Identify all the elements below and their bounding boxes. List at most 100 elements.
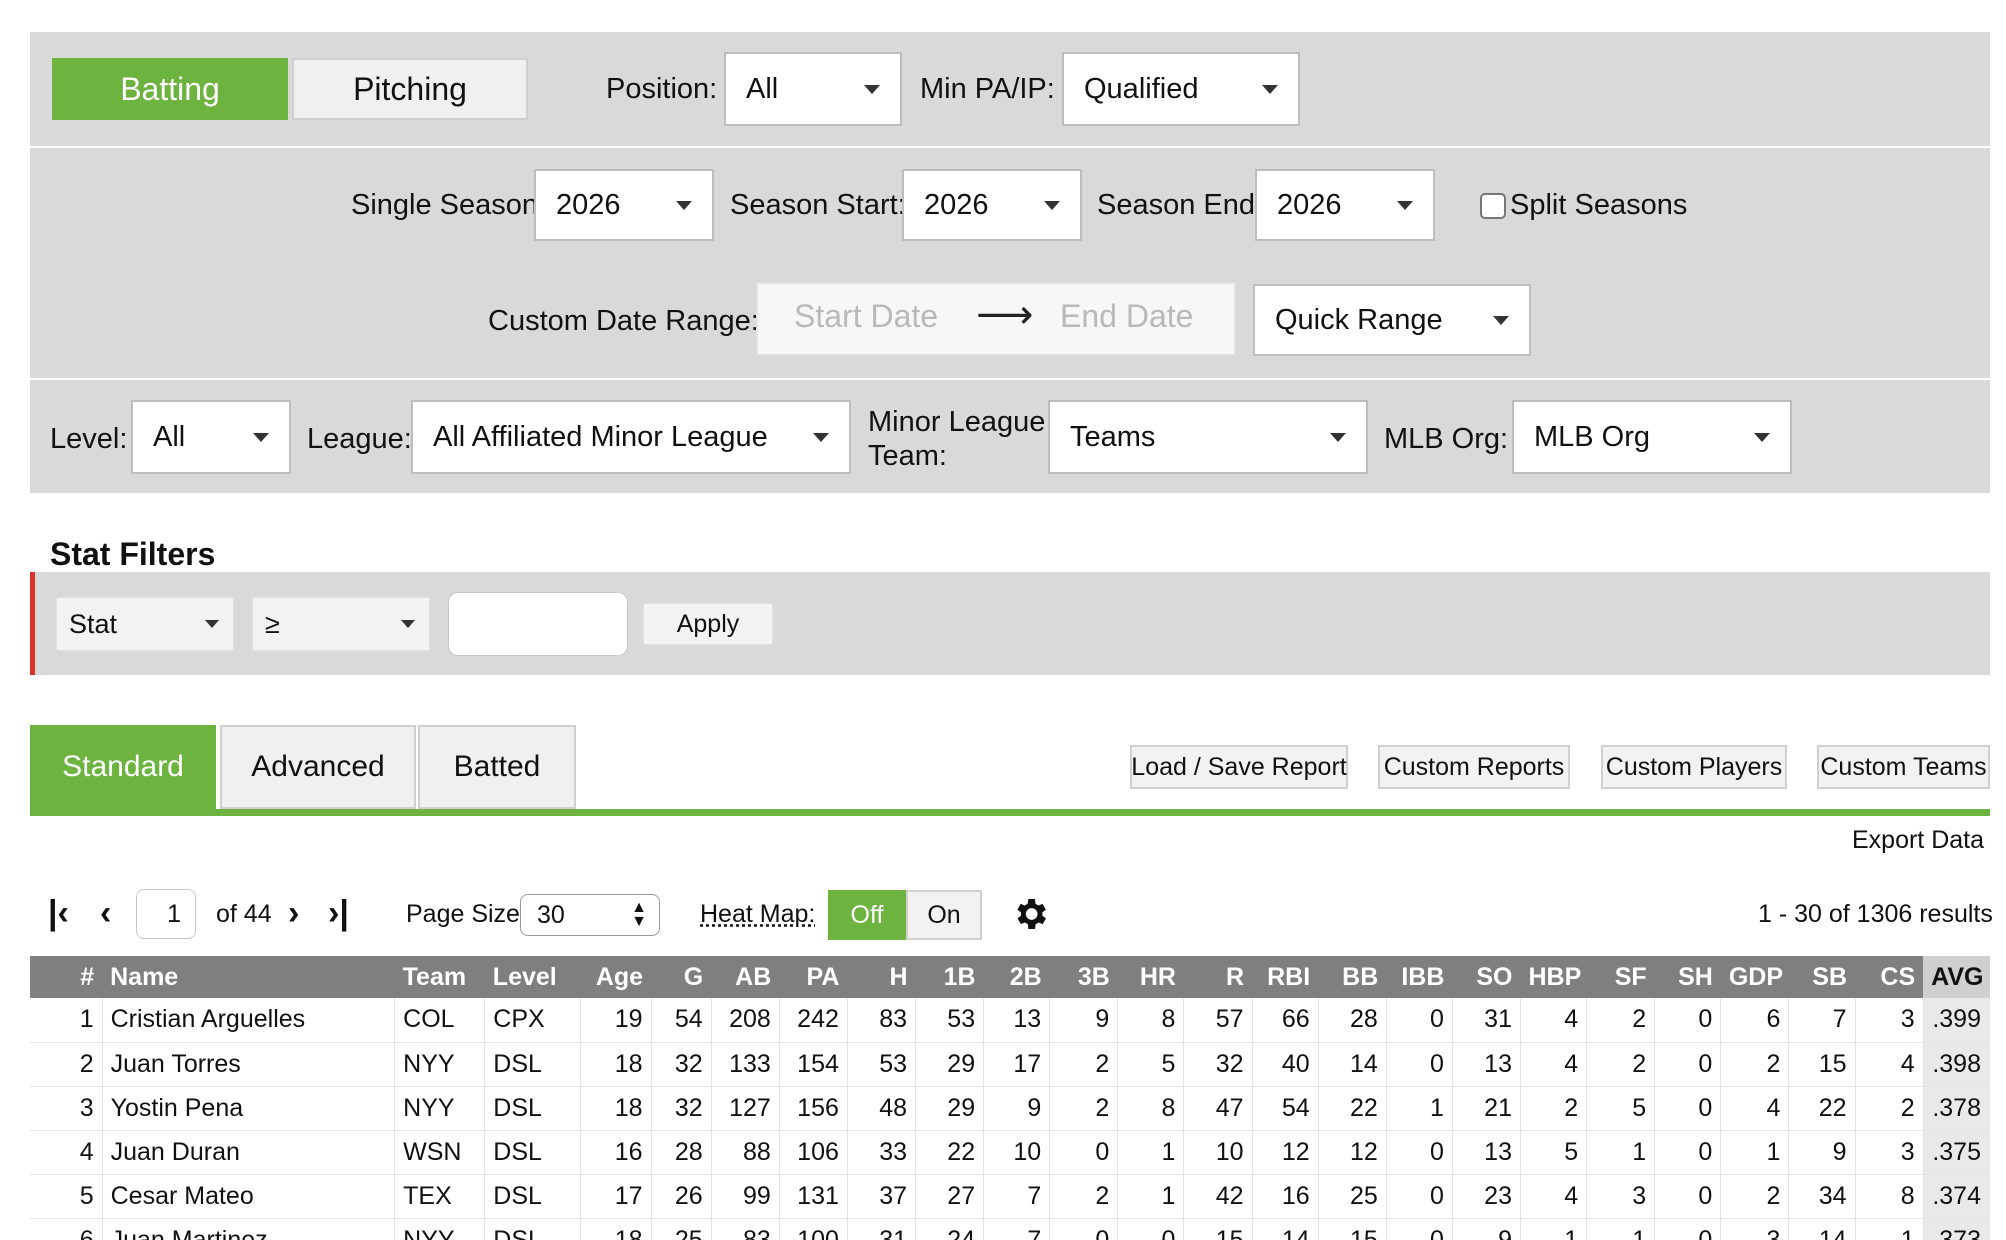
table-cell: .374 [1923, 1174, 1991, 1219]
first-page-icon[interactable]: |‹ [48, 896, 69, 930]
season-start-select[interactable]: 2026 [902, 169, 1082, 241]
column-header-rbi[interactable]: RBI [1252, 956, 1319, 998]
custom-teams-button[interactable]: Custom Teams [1817, 745, 1990, 789]
last-page-icon[interactable]: ›| [328, 896, 349, 930]
table-cell[interactable]: NYY [394, 1218, 486, 1240]
table-cell: .398 [1923, 1042, 1991, 1087]
table-cell: 2 [1586, 998, 1656, 1043]
gear-icon[interactable] [1010, 894, 1050, 934]
page-number-input[interactable]: 1 [136, 889, 196, 939]
level-select[interactable]: All [131, 400, 291, 474]
column-header-g[interactable]: G [651, 956, 712, 998]
column-header-gdp[interactable]: GDP [1720, 956, 1789, 998]
table-cell: 99 [711, 1174, 780, 1219]
table-cell[interactable]: COL [394, 998, 486, 1043]
column-header-bb[interactable]: BB [1318, 956, 1387, 998]
operator-select[interactable]: ≥ [252, 597, 430, 651]
heat-map-off-button[interactable]: Off [828, 890, 906, 940]
column-header-age[interactable]: Age [580, 956, 652, 998]
column-header-name[interactable]: Name [102, 956, 395, 998]
column-header-sb[interactable]: SB [1788, 956, 1856, 998]
export-data-link[interactable]: Export Data [1852, 826, 1984, 855]
table-cell: 0 [1654, 1174, 1722, 1219]
column-header-sf[interactable]: SF [1586, 956, 1655, 998]
column-header-sh[interactable]: SH [1654, 956, 1721, 998]
column-header-[interactable]: # [30, 956, 103, 998]
chevron-down-icon [205, 620, 219, 628]
table-cell: 1 [30, 998, 103, 1043]
next-page-icon[interactable]: › [288, 896, 299, 930]
player-name-link[interactable]: Cesar Mateo [102, 1174, 396, 1219]
table-cell: 18 [580, 1042, 652, 1087]
player-name-link[interactable]: Juan Torres [102, 1042, 396, 1087]
table-cell[interactable]: WSN [394, 1130, 486, 1175]
table-cell: 0 [1654, 1130, 1722, 1175]
custom-players-button[interactable]: Custom Players [1601, 745, 1787, 789]
single-season-select[interactable]: 2026 [534, 169, 714, 241]
tab-advanced[interactable]: Advanced [220, 725, 416, 809]
player-name-link[interactable]: Juan Duran [102, 1130, 396, 1175]
table-cell: DSL [484, 1086, 582, 1131]
table-cell: 28 [1318, 998, 1387, 1043]
tab-batted[interactable]: Batted [418, 725, 576, 809]
column-header-r[interactable]: R [1183, 956, 1253, 998]
column-header-ibb[interactable]: IBB [1386, 956, 1453, 998]
table-cell: 37 [847, 1174, 917, 1219]
apply-button[interactable]: Apply [643, 603, 773, 645]
column-header-cs[interactable]: CS [1855, 956, 1924, 998]
column-header-ab[interactable]: AB [711, 956, 780, 998]
column-header-1b[interactable]: 1B [915, 956, 984, 998]
min-pa-select-value: Qualified [1084, 72, 1199, 105]
column-header-level[interactable]: Level [484, 956, 581, 998]
table-cell[interactable]: NYY [394, 1042, 486, 1087]
column-header-hr[interactable]: HR [1117, 956, 1184, 998]
column-header-team[interactable]: Team [394, 956, 485, 998]
table-cell: 22 [1788, 1086, 1856, 1131]
tab-standard[interactable]: Standard [30, 725, 216, 809]
tab-batting[interactable]: Batting [52, 58, 288, 120]
table-cell: 1 [1117, 1130, 1185, 1175]
quick-range-select[interactable]: Quick Range [1253, 284, 1531, 356]
column-header-pa[interactable]: PA [779, 956, 848, 998]
start-date-input[interactable]: Start Date [794, 298, 938, 335]
table-cell: 127 [711, 1086, 780, 1131]
custom-reports-button[interactable]: Custom Reports [1378, 745, 1570, 789]
date-range-picker[interactable]: Start Date ⟶ End Date [756, 282, 1236, 356]
column-header-3b[interactable]: 3B [1049, 956, 1118, 998]
table-cell: 7 [983, 1218, 1051, 1240]
player-name-link[interactable]: Yostin Pena [102, 1086, 396, 1131]
heat-map-on-button[interactable]: On [906, 890, 982, 940]
page-size-select[interactable]: 30 ▲ ▼ [520, 894, 660, 936]
tab-pitching[interactable]: Pitching [292, 58, 528, 120]
min-pa-select[interactable]: Qualified [1062, 52, 1300, 126]
stat-select[interactable]: Stat [56, 597, 234, 651]
load-save-report-button[interactable]: Load / Save Report [1130, 745, 1348, 789]
league-select[interactable]: All Affiliated Minor League [411, 400, 851, 474]
column-header-h[interactable]: H [847, 956, 916, 998]
table-cell: 18 [580, 1218, 652, 1240]
table-cell[interactable]: TEX [394, 1174, 486, 1219]
table-cell[interactable]: NYY [394, 1086, 486, 1131]
minor-team-select[interactable]: Teams [1048, 400, 1368, 474]
mlb-org-select[interactable]: MLB Org [1512, 400, 1792, 474]
column-header-so[interactable]: SO [1452, 956, 1521, 998]
player-name-link[interactable]: Juan Martinez [102, 1218, 396, 1240]
table-cell: 5 [1520, 1130, 1588, 1175]
season-end-select[interactable]: 2026 [1255, 169, 1435, 241]
column-header-hbp[interactable]: HBP [1520, 956, 1587, 998]
split-seasons-checkbox[interactable] [1480, 193, 1506, 219]
column-header-2b[interactable]: 2B [983, 956, 1050, 998]
table-cell: 54 [1252, 1086, 1319, 1131]
table-cell: 32 [1183, 1042, 1253, 1087]
chevron-down-icon [401, 620, 415, 628]
table-cell: DSL [484, 1218, 582, 1240]
prev-page-icon[interactable]: ‹ [100, 896, 111, 930]
column-header-avg[interactable]: AVG [1923, 956, 1990, 998]
player-name-link[interactable]: Cristian Arguelles [102, 998, 396, 1043]
page-number-value: 1 [167, 899, 181, 928]
page-size-label: Page Size: [406, 900, 527, 928]
table-cell: 22 [1318, 1086, 1387, 1131]
position-select[interactable]: All [724, 52, 902, 126]
stat-value-input[interactable] [448, 592, 628, 656]
end-date-input[interactable]: End Date [1060, 298, 1193, 335]
